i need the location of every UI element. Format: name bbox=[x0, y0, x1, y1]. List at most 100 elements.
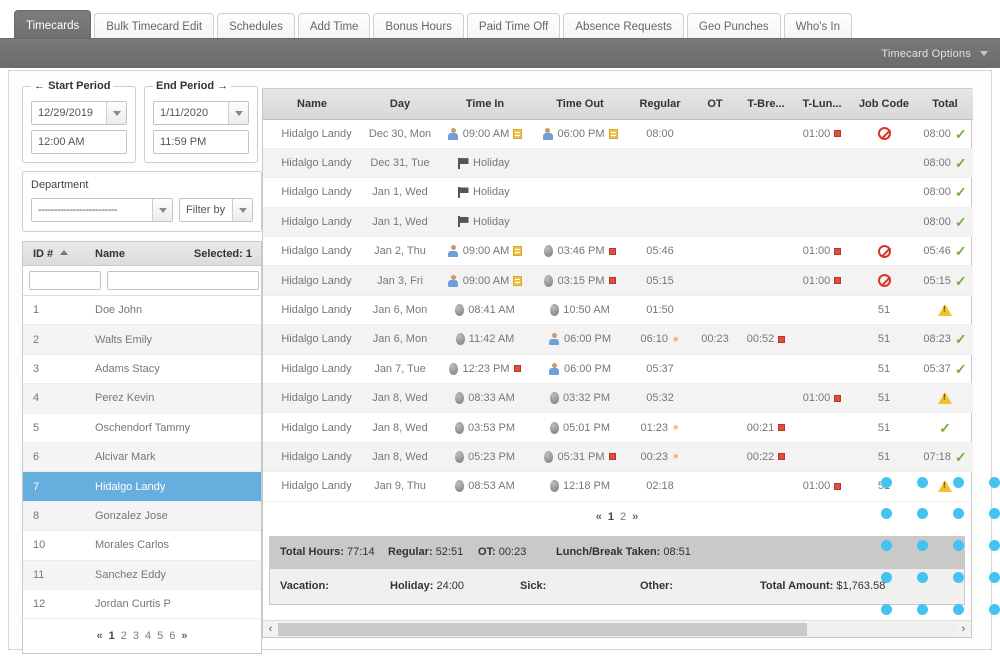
employee-last-page-button[interactable]: » bbox=[181, 630, 187, 642]
timecard-last-page-button[interactable]: » bbox=[632, 511, 638, 523]
timecard-time-in[interactable]: 08:41 AM bbox=[439, 295, 531, 326]
timecard-ot[interactable] bbox=[691, 412, 739, 443]
employee-page-2-button[interactable]: 2 bbox=[121, 630, 127, 642]
tab-geo-punches[interactable]: Geo Punches bbox=[686, 13, 781, 41]
timecard-job-code[interactable]: 51 bbox=[851, 383, 917, 414]
timecard-row[interactable]: Hidalgo Landy Jan 3, Fri 09:00 AM 03:15 PM 0… bbox=[263, 265, 973, 296]
start-date-dropdown-button[interactable] bbox=[106, 102, 126, 124]
timecard-holiday-cell[interactable]: Holiday bbox=[439, 177, 851, 208]
timecard-time-out[interactable]: 03:46 PM bbox=[531, 236, 629, 267]
timecard-time-out[interactable]: 03:15 PM bbox=[531, 265, 629, 296]
timecard-time-out[interactable]: 12:18 PM bbox=[531, 471, 629, 502]
employee-page-6-button[interactable]: 6 bbox=[169, 630, 175, 642]
tab-who-s-in[interactable]: Who's In bbox=[783, 13, 852, 41]
timecard-regular[interactable]: 01:23 ∗ bbox=[629, 412, 691, 443]
timecard-column-header[interactable]: Job Code bbox=[851, 89, 917, 120]
timecard-regular[interactable]: 05:32 bbox=[629, 383, 691, 414]
timecard-row[interactable]: Hidalgo Landy Jan 6, Mon 08:41 AM 10:50 AM 0… bbox=[263, 295, 973, 326]
tab-schedules[interactable]: Schedules bbox=[217, 13, 295, 41]
employee-row[interactable]: 5 Oschendorf Tammy bbox=[23, 414, 261, 443]
timecard-regular[interactable]: 02:18 bbox=[629, 471, 691, 502]
employee-row[interactable]: 2 Walts Emily bbox=[23, 325, 261, 355]
timecard-row[interactable]: Hidalgo Landy Jan 9, Thu 08:53 AM 12:18 PM 0… bbox=[263, 471, 973, 502]
timecard-time-out[interactable]: 06:00 PM bbox=[531, 324, 629, 355]
timecard-job-code[interactable] bbox=[851, 148, 917, 179]
timecard-column-header[interactable]: Name bbox=[263, 89, 361, 120]
timecard-tlunch[interactable]: 01:00 bbox=[793, 383, 851, 414]
timecard-holiday-cell[interactable]: Holiday bbox=[439, 207, 851, 238]
employee-row[interactable]: 3 Adams Stacy bbox=[23, 355, 261, 385]
tab-bulk-timecard-edit[interactable]: Bulk Timecard Edit bbox=[94, 13, 215, 41]
timecard-column-header[interactable]: T-Bre... bbox=[739, 89, 793, 120]
column-header-name[interactable]: Name bbox=[95, 248, 194, 260]
timecard-row[interactable]: Hidalgo Landy Jan 7, Tue 12:23 PM 06:00 PM 0… bbox=[263, 354, 973, 385]
horizontal-scrollbar[interactable]: ‹ › bbox=[263, 620, 971, 637]
timecard-ot[interactable] bbox=[691, 119, 739, 149]
timecard-tlunch[interactable] bbox=[793, 324, 851, 355]
timecard-column-header[interactable]: OT bbox=[691, 89, 739, 120]
timecard-row[interactable]: Hidalgo Landy Jan 8, Wed 05:23 PM 05:31 PM 0… bbox=[263, 442, 973, 473]
end-date-dropdown-button[interactable] bbox=[228, 102, 248, 124]
employee-row[interactable]: 12 Jordan Curtis P bbox=[23, 590, 261, 620]
timecard-tbreak[interactable]: 00:52 bbox=[739, 324, 793, 355]
timecard-tlunch[interactable]: 01:00 bbox=[793, 471, 851, 502]
timecard-tlunch[interactable]: 01:00 bbox=[793, 119, 851, 149]
filter-by-select[interactable]: Filter by bbox=[179, 198, 253, 222]
timecard-ot[interactable] bbox=[691, 295, 739, 326]
employee-name-filter-input[interactable] bbox=[107, 271, 259, 290]
timecard-job-code[interactable]: 51 bbox=[851, 471, 917, 502]
employee-row[interactable]: 10 Morales Carlos bbox=[23, 531, 261, 561]
timecard-row[interactable]: Hidalgo Landy Dec 30, Mon 09:00 AM 06:00 PM… bbox=[263, 119, 973, 149]
scroll-left-arrow-icon[interactable]: ‹ bbox=[263, 623, 278, 635]
timecard-regular[interactable]: 05:37 bbox=[629, 354, 691, 385]
timecard-tlunch[interactable] bbox=[793, 354, 851, 385]
timecard-tbreak[interactable] bbox=[739, 354, 793, 385]
timecard-tbreak[interactable] bbox=[739, 265, 793, 296]
employee-page-4-button[interactable]: 4 bbox=[145, 630, 151, 642]
timecard-time-out[interactable]: 06:00 PM bbox=[531, 119, 629, 149]
start-date-combo[interactable]: 12/29/2019 bbox=[31, 101, 127, 125]
timecard-job-code[interactable] bbox=[851, 207, 917, 238]
scrollbar-track[interactable] bbox=[278, 622, 956, 636]
timecard-ot[interactable] bbox=[691, 442, 739, 473]
timecard-job-code[interactable] bbox=[851, 177, 917, 208]
timecard-ot[interactable] bbox=[691, 471, 739, 502]
timecard-job-code[interactable]: 51 bbox=[851, 412, 917, 443]
timecard-regular[interactable]: 08:00 bbox=[629, 119, 691, 149]
timecard-time-out[interactable]: 05:01 PM bbox=[531, 412, 629, 443]
timecard-ot[interactable] bbox=[691, 265, 739, 296]
timecard-tbreak[interactable]: 00:22 bbox=[739, 442, 793, 473]
timecard-job-code[interactable]: 51 bbox=[851, 324, 917, 355]
timecard-column-header[interactable]: T-Lun... bbox=[793, 89, 851, 120]
tab-paid-time-off[interactable]: Paid Time Off bbox=[466, 13, 561, 41]
timecard-column-header[interactable]: Time In bbox=[439, 89, 531, 120]
timecard-regular[interactable]: 06:10 ∗ bbox=[629, 324, 691, 355]
timecard-row[interactable]: Hidalgo Landy Dec 31, Tue Holiday 08:00 ✓ bbox=[263, 148, 973, 179]
end-time-input[interactable]: 11:59 PM bbox=[153, 130, 249, 154]
timecard-job-code[interactable] bbox=[851, 236, 917, 267]
employee-page-3-button[interactable]: 3 bbox=[133, 630, 139, 642]
timecard-tbreak[interactable] bbox=[739, 383, 793, 414]
tab-absence-requests[interactable]: Absence Requests bbox=[563, 13, 684, 41]
timecard-job-code[interactable]: 51 bbox=[851, 442, 917, 473]
timecard-time-in[interactable]: 12:23 PM bbox=[439, 354, 531, 385]
timecard-time-in[interactable]: 08:53 AM bbox=[439, 471, 531, 502]
timecard-time-in[interactable]: 09:00 AM bbox=[439, 265, 531, 296]
employee-row[interactable]: 6 Alcivar Mark bbox=[23, 442, 261, 473]
timecard-ot[interactable] bbox=[691, 354, 739, 385]
timecard-ot[interactable] bbox=[691, 236, 739, 267]
timecard-tlunch[interactable]: 01:00 bbox=[793, 236, 851, 267]
employee-id-filter-input[interactable] bbox=[29, 271, 101, 290]
timecard-row[interactable]: Hidalgo Landy Jan 2, Thu 09:00 AM 03:46 PM 0… bbox=[263, 236, 973, 267]
timecard-time-in[interactable]: 03:53 PM bbox=[439, 412, 531, 443]
timecard-holiday-cell[interactable]: Holiday bbox=[439, 148, 851, 179]
timecard-row[interactable]: Hidalgo Landy Jan 8, Wed 08:33 AM 03:32 PM 0… bbox=[263, 383, 973, 414]
timecard-regular[interactable]: 05:15 bbox=[629, 265, 691, 296]
timecard-tbreak[interactable]: 00:21 bbox=[739, 412, 793, 443]
timecard-time-in[interactable]: 08:33 AM bbox=[439, 383, 531, 414]
employee-row[interactable]: 11 Sanchez Eddy bbox=[23, 560, 261, 590]
timecard-job-code[interactable] bbox=[851, 119, 917, 149]
timecard-ot[interactable]: 00:23 bbox=[691, 324, 739, 355]
employee-row[interactable]: 1 Doe John bbox=[23, 296, 261, 326]
timecard-ot[interactable] bbox=[691, 383, 739, 414]
